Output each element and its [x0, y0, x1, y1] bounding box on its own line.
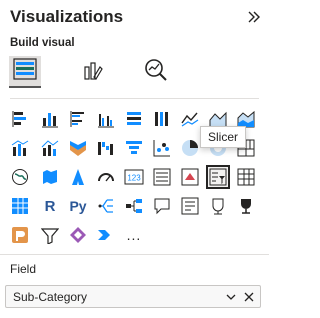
pie-chart-icon[interactable] — [178, 136, 202, 160]
card-icon[interactable]: 123 — [122, 165, 146, 189]
100-stacked-column-icon[interactable] — [150, 107, 174, 131]
double-chevron-right-icon[interactable] — [245, 8, 263, 26]
paginated-report-icon[interactable] — [206, 194, 230, 218]
svg-text:123: 123 — [127, 174, 141, 183]
field-label: Field — [10, 262, 37, 276]
matrix-icon[interactable] — [8, 194, 32, 218]
field-value: Sub-Category — [13, 290, 88, 304]
build-visual-heading: Build visual — [10, 37, 75, 49]
azure-map-icon[interactable] — [66, 165, 90, 189]
divider — [0, 254, 269, 255]
kpi-icon[interactable] — [178, 165, 202, 189]
decomposition-tree-icon[interactable] — [122, 194, 146, 218]
python-visual-icon[interactable]: Py — [66, 194, 90, 218]
build-visual-tab[interactable] — [9, 56, 41, 88]
table-icon[interactable] — [234, 165, 258, 189]
key-influencers-icon[interactable] — [94, 194, 118, 218]
stacked-bar-icon[interactable] — [8, 107, 32, 131]
format-visual-icon — [82, 59, 104, 86]
remove-icon[interactable] — [242, 289, 256, 304]
clustered-bar-icon[interactable] — [66, 107, 90, 131]
power-automate-icon[interactable] — [38, 223, 62, 247]
ribbon-chart-icon[interactable] — [66, 136, 90, 160]
format-visual-tab[interactable] — [77, 56, 109, 88]
funnel-chart-icon[interactable] — [122, 136, 146, 160]
line-clustered-column-icon[interactable] — [8, 136, 32, 160]
narrative-icon[interactable] — [178, 194, 202, 218]
gauge-icon[interactable] — [94, 165, 118, 189]
qa-icon[interactable] — [150, 194, 174, 218]
multi-row-card-icon[interactable] — [150, 165, 174, 189]
chevrons-visual-icon[interactable] — [94, 223, 118, 247]
field-well[interactable]: Sub-Category — [5, 285, 261, 308]
waterfall-chart-icon[interactable] — [94, 136, 118, 160]
analytics-icon — [143, 57, 169, 88]
more-visuals-icon[interactable]: ... — [122, 223, 146, 247]
line-chart-icon[interactable] — [178, 107, 202, 131]
stacked-column-icon[interactable] — [38, 107, 62, 131]
pane-title: Visualizations — [10, 7, 124, 26]
chevron-down-icon[interactable] — [224, 289, 238, 304]
filled-map-icon[interactable] — [38, 165, 62, 189]
visualizations-pane: Visualizations Build visual 123 R Py ...… — [0, 0, 269, 318]
metrics-icon[interactable] — [234, 194, 258, 218]
power-apps-icon[interactable] — [8, 223, 32, 247]
scatter-chart-icon[interactable] — [150, 136, 174, 160]
r-visual-icon[interactable]: R — [38, 194, 62, 218]
tooltip-slicer: Slicer — [200, 126, 247, 148]
slicer-icon[interactable] — [206, 165, 230, 189]
diamond-visual-icon[interactable] — [66, 223, 90, 247]
build-visual-icon — [13, 57, 37, 85]
visual-gallery: 123 R Py ... Slicer — [8, 107, 258, 245]
clustered-column-icon[interactable] — [94, 107, 118, 131]
divider — [10, 98, 259, 99]
100-stacked-bar-icon[interactable] — [122, 107, 146, 131]
analytics-tab[interactable] — [140, 56, 172, 88]
map-icon[interactable] — [8, 165, 32, 189]
line-stacked-column-icon[interactable] — [38, 136, 62, 160]
